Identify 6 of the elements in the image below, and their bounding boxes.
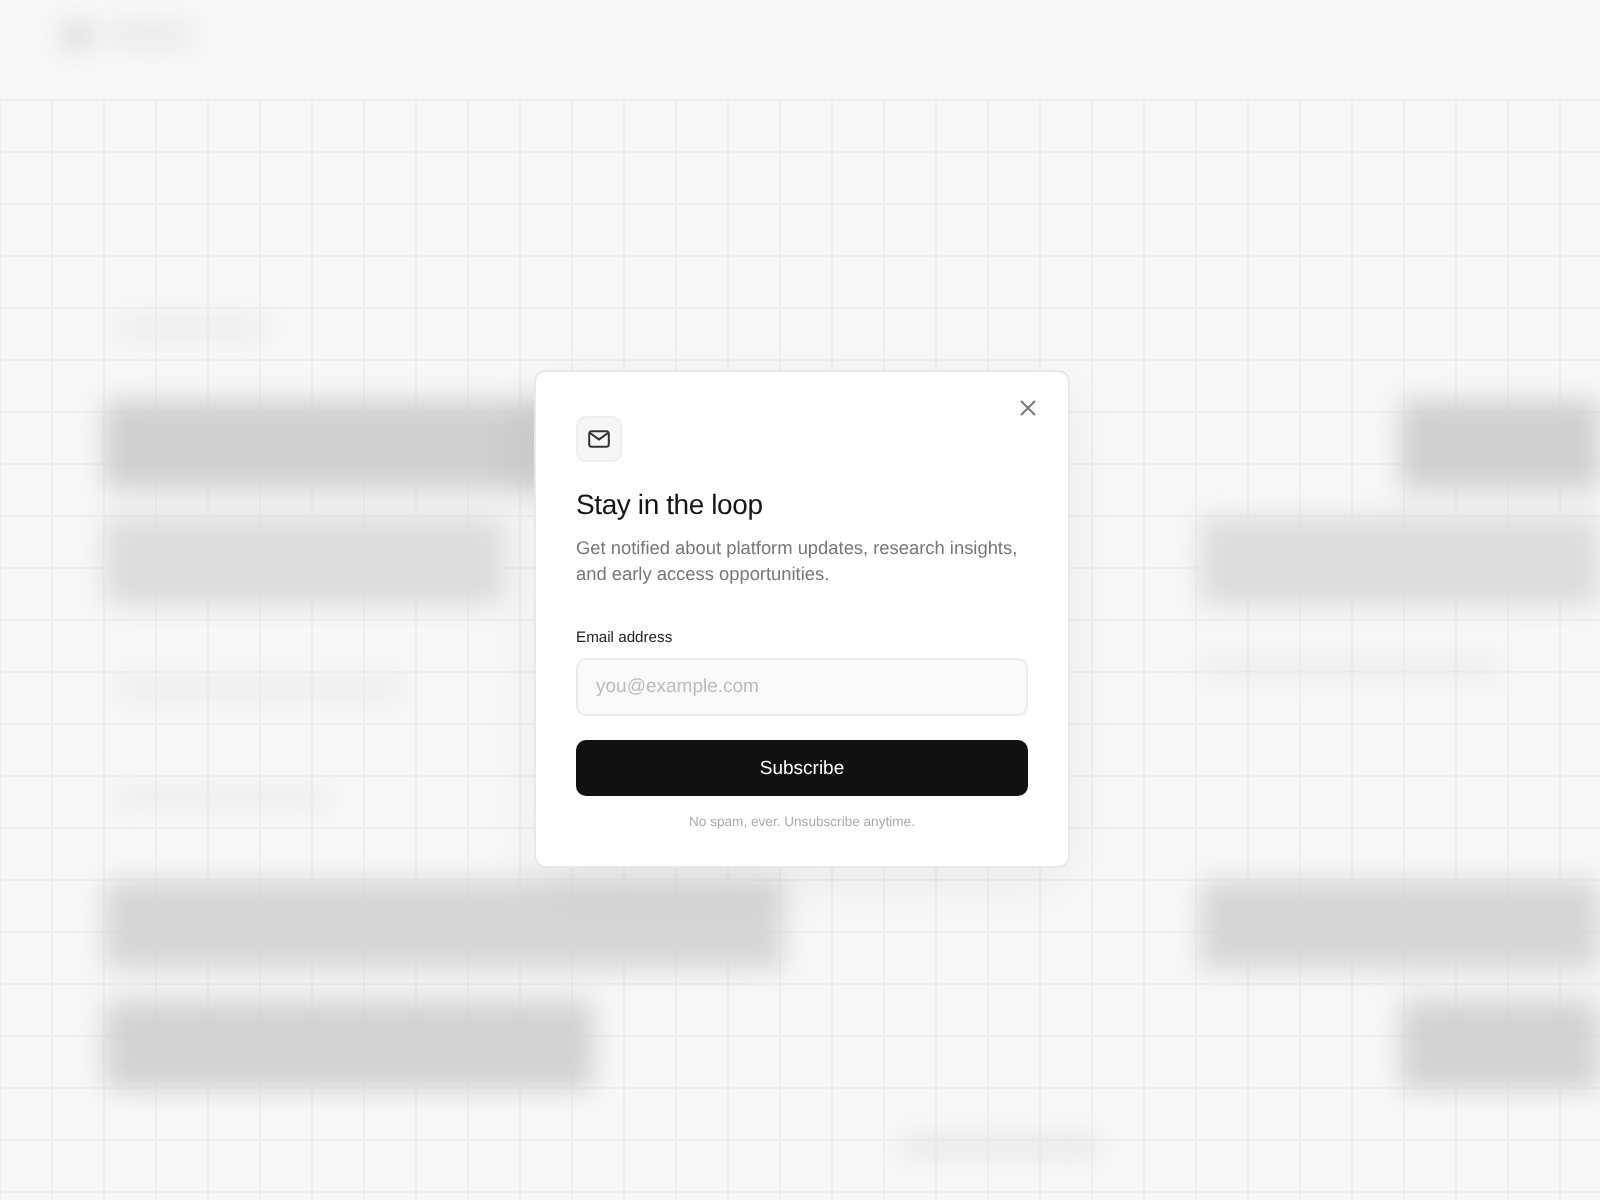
dialog-description: Get notified about platform updates, research insights, and early access opportunities. [576,536,1020,588]
email-field[interactable]: you@example.com [576,658,1028,716]
dialog-title: Stay in the loop [576,488,765,520]
close-icon[interactable] [1016,396,1040,420]
subscribe-button[interactable]: Subscribe [576,740,1028,796]
mail-icon [576,416,622,462]
